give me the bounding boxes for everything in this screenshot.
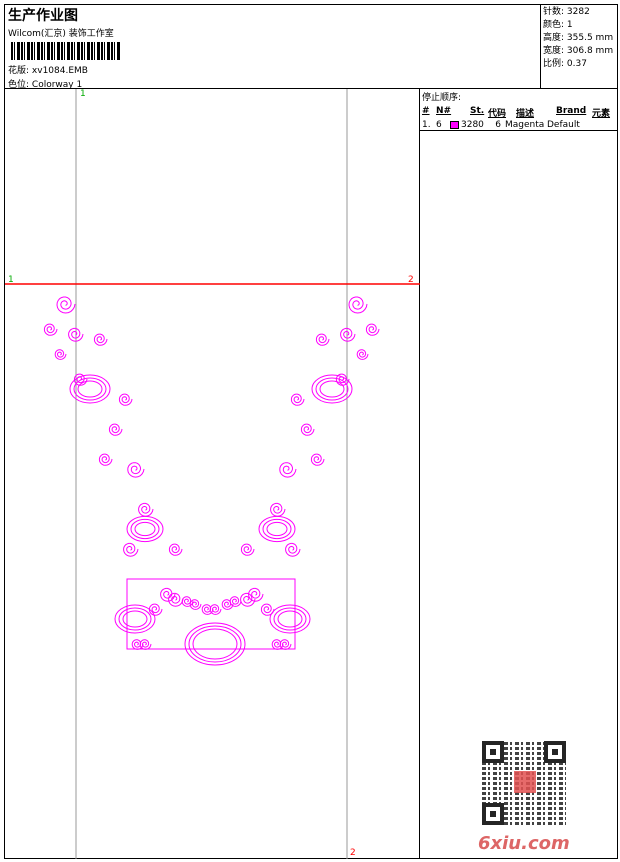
spiral-motif bbox=[43, 323, 58, 336]
spiral-motif bbox=[279, 639, 292, 650]
stop-sequence-panel: 停止顺序: # N# St. 代码 描述 Brand 元素 1. 6 3280 … bbox=[420, 89, 617, 859]
petal-motif bbox=[266, 521, 288, 537]
spiral-motif bbox=[127, 462, 145, 478]
spiral-motif bbox=[209, 604, 222, 615]
worksheet: 生产作业图 Wilcom(汇京) 装饰工作室 花版: xv1084.EMB 色位… bbox=[4, 4, 618, 859]
qr-code bbox=[482, 741, 566, 825]
spiral-motif bbox=[98, 453, 113, 466]
seal-icon bbox=[514, 771, 536, 793]
table-row[interactable]: 1. 6 3280 6 Magenta Default bbox=[420, 119, 617, 131]
watermark: 6xiu.com bbox=[478, 833, 570, 854]
spiral-motif bbox=[108, 423, 123, 436]
petal-motif bbox=[188, 625, 242, 663]
stat-width: 宽度: 306.8 mm bbox=[543, 46, 614, 56]
stat-scale: 比例: 0.37 bbox=[543, 59, 587, 69]
stop-sequence-title: 停止顺序: bbox=[422, 93, 462, 103]
guide-label-h1: 1 bbox=[8, 275, 14, 285]
petal-motif bbox=[319, 380, 345, 398]
guide-label-v1: 1 bbox=[80, 89, 86, 99]
barcode bbox=[11, 42, 121, 60]
spiral-motif bbox=[340, 327, 356, 342]
spiral-motif bbox=[285, 542, 301, 557]
spiral-motif bbox=[148, 603, 163, 616]
spiral-motif bbox=[290, 393, 305, 406]
petal-motif bbox=[134, 521, 156, 537]
spiral-motif bbox=[93, 333, 108, 346]
guide-label-h2: 2 bbox=[408, 275, 414, 285]
spiral-motif bbox=[348, 296, 368, 314]
embroidery-design bbox=[5, 89, 420, 859]
spiral-motif bbox=[56, 296, 76, 314]
spiral-motif bbox=[160, 587, 176, 602]
header: 生产作业图 Wilcom(汇京) 装饰工作室 花版: xv1084.EMB 色位… bbox=[5, 5, 618, 90]
design-preview: 1 1 2 2 bbox=[5, 89, 420, 859]
stat-colors: 颜色: 1 bbox=[543, 20, 573, 30]
petal-motif bbox=[269, 604, 311, 634]
spiral-motif bbox=[260, 603, 275, 616]
design-value: xv1084.EMB bbox=[31, 66, 88, 76]
stat-height: 高度: 355.5 mm bbox=[543, 33, 614, 43]
spiral-motif bbox=[365, 323, 380, 336]
spiral-motif bbox=[300, 423, 315, 436]
table-header: # N# St. 代码 描述 Brand 元素 bbox=[422, 106, 611, 119]
spiral-motif bbox=[118, 393, 133, 406]
petal-motif bbox=[77, 380, 103, 398]
petal-motif bbox=[277, 610, 303, 628]
stat-stitches: 针数: 3282 bbox=[543, 7, 590, 17]
spiral-motif bbox=[240, 543, 255, 556]
guide-label-v2: 2 bbox=[350, 848, 356, 858]
spiral-motif bbox=[240, 592, 256, 607]
spiral-motif bbox=[229, 596, 242, 607]
company-name: Wilcom(汇京) 装饰工作室 bbox=[8, 29, 114, 39]
spiral-motif bbox=[139, 639, 152, 650]
spiral-motif bbox=[279, 462, 297, 478]
petal-motif bbox=[258, 515, 296, 543]
petal-motif bbox=[114, 604, 156, 634]
spiral-motif bbox=[356, 349, 369, 360]
spiral-motif bbox=[54, 349, 67, 360]
spiral-motif bbox=[310, 453, 325, 466]
spiral-motif bbox=[315, 333, 330, 346]
petal-motif bbox=[311, 374, 353, 404]
spiral-motif bbox=[270, 502, 286, 517]
page-title: 生产作业图 bbox=[8, 8, 78, 24]
petal-motif bbox=[192, 628, 238, 660]
design-name: 花版: xv1084.EMB bbox=[8, 63, 88, 76]
design-label: 花版: bbox=[8, 66, 30, 76]
color-swatch bbox=[450, 120, 459, 129]
stats-panel: 针数: 3282 颜色: 1 高度: 355.5 mm 宽度: 306.8 mm… bbox=[540, 5, 618, 89]
spiral-motif bbox=[123, 542, 139, 557]
spiral-motif bbox=[168, 592, 184, 607]
spiral-motif bbox=[168, 543, 183, 556]
spiral-motif bbox=[138, 502, 154, 517]
petal-motif bbox=[126, 515, 164, 543]
